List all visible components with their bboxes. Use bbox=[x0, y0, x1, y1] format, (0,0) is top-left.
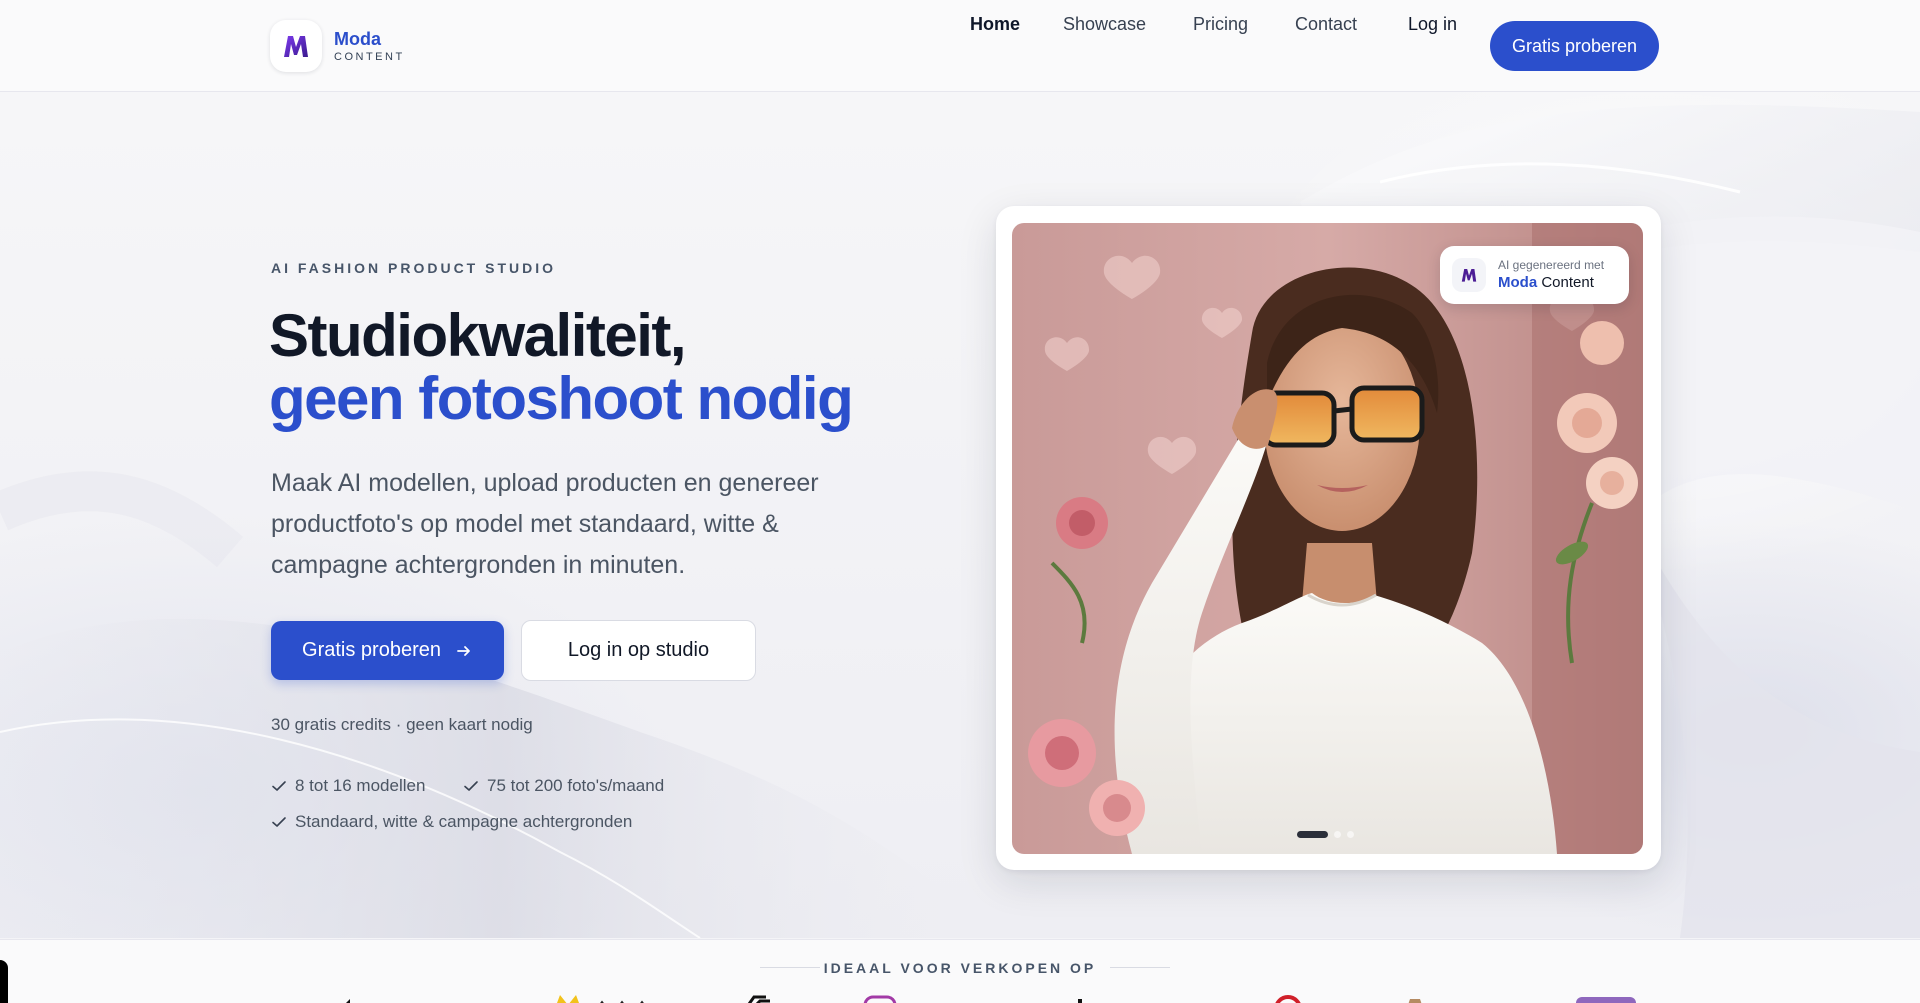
feature-label: 75 tot 200 foto's/maand bbox=[487, 776, 665, 795]
hero-title: Studiokwaliteit, geen fotoshoot nodig bbox=[269, 302, 854, 432]
woocommerce-icon bbox=[1576, 997, 1636, 1003]
carousel-dot-2[interactable] bbox=[1334, 831, 1341, 838]
badge-brand-line: Moda Content bbox=[1498, 274, 1604, 292]
tiktok-icon bbox=[1078, 999, 1082, 1003]
m-monogram-icon bbox=[284, 36, 308, 57]
carousel-dot-1[interactable] bbox=[1297, 831, 1328, 838]
site-header: Moda CONTENT Home Showcase Pricing Conta… bbox=[0, 0, 1920, 92]
credits-note: 30 gratis credits · geen kaart nodig bbox=[271, 715, 533, 734]
check-icon bbox=[272, 817, 286, 827]
free-trial-label: Gratis proberen bbox=[302, 639, 441, 661]
check-icon bbox=[272, 781, 286, 791]
pinterest-icon bbox=[1275, 995, 1301, 1003]
feature-item: 8 tot 16 modellen bbox=[271, 776, 425, 796]
instagram-icon bbox=[863, 995, 897, 1003]
nav-pricing[interactable]: Pricing bbox=[1193, 14, 1248, 35]
platform-logo-icon bbox=[1408, 999, 1422, 1003]
platform-logo-icon bbox=[557, 995, 644, 1003]
studio-login-button[interactable]: Log in op studio bbox=[521, 620, 756, 681]
check-icon bbox=[464, 781, 478, 791]
platforms-label: IDEAAL VOOR VERKOPEN OP bbox=[823, 960, 1097, 976]
header-cta-button[interactable]: Gratis proberen bbox=[1490, 21, 1659, 71]
hero-lead: Maak AI modellen, upload producten en ge… bbox=[271, 469, 819, 579]
feature-item: 75 tot 200 foto's/maand bbox=[463, 776, 664, 796]
nav-contact[interactable]: Contact bbox=[1295, 14, 1357, 35]
nav-showcase[interactable]: Showcase bbox=[1063, 14, 1146, 35]
arrow-right-icon bbox=[457, 645, 470, 656]
free-trial-button[interactable]: Gratis proberen bbox=[271, 621, 504, 680]
ai-generated-badge: AI gegenereerd met Moda Content bbox=[1440, 246, 1629, 304]
badge-brand: Moda bbox=[1498, 274, 1538, 292]
nav-login[interactable]: Log in bbox=[1408, 14, 1457, 35]
logo-mark-icon bbox=[270, 20, 322, 72]
m-monogram-icon bbox=[1461, 269, 1477, 282]
badge-logo-icon bbox=[1452, 258, 1486, 292]
carousel-indicator bbox=[1297, 831, 1354, 838]
logo-name: Moda bbox=[334, 28, 381, 49]
nav-home[interactable]: Home bbox=[970, 14, 1020, 35]
badge-brand-suffix: Content bbox=[1541, 274, 1594, 292]
model-photo bbox=[1012, 223, 1643, 854]
hero-eyebrow: AI FASHION PRODUCT STUDIO bbox=[271, 260, 557, 276]
badge-caption: AI gegenereerd met bbox=[1498, 257, 1605, 272]
feature-label: 8 tot 16 modellen bbox=[295, 776, 426, 795]
hero-title-line2: geen fotoshoot nodig bbox=[269, 365, 854, 432]
model-photo-illustration bbox=[1012, 223, 1643, 854]
carousel-dot-3[interactable] bbox=[1347, 831, 1354, 838]
feature-item: Standaard, witte & campagne achtergronde… bbox=[271, 812, 632, 832]
showcase-card bbox=[996, 206, 1661, 870]
feature-label: Standaard, witte & campagne achtergronde… bbox=[295, 812, 633, 831]
hero-title-line1: Studiokwaliteit, bbox=[269, 302, 687, 369]
brand-logo[interactable]: Moda CONTENT bbox=[270, 20, 405, 72]
logo-subtitle: CONTENT bbox=[334, 50, 405, 63]
platform-logo-icon bbox=[747, 995, 770, 1003]
window-corner bbox=[0, 960, 8, 1003]
platform-logo-icon bbox=[346, 999, 350, 1003]
platforms-strip: IDEAAL VOOR VERKOPEN OP bbox=[0, 939, 1920, 1003]
